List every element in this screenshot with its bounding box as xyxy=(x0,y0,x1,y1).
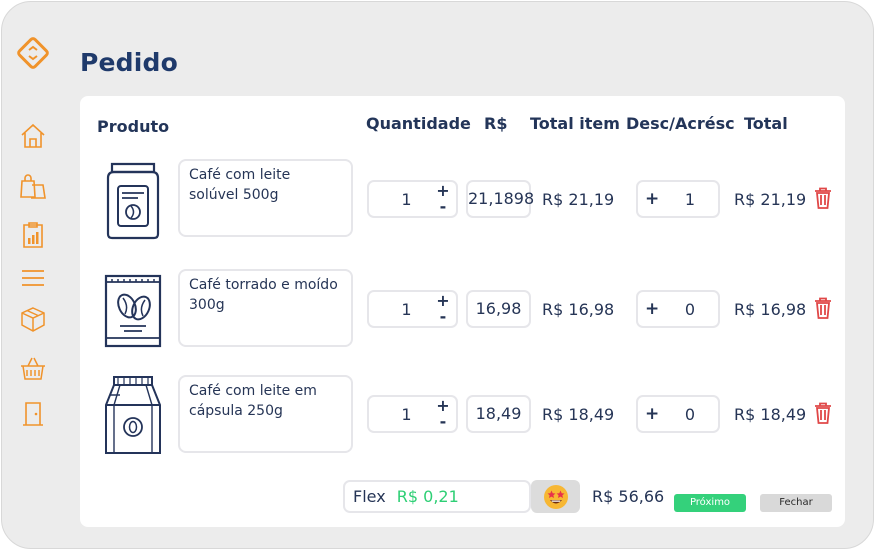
app-window: Pedido Produto Quantidade R$ Total item … xyxy=(1,1,874,549)
sidebar-item-reports[interactable] xyxy=(18,220,48,250)
header-price: R$ xyxy=(484,114,508,133)
delete-button[interactable] xyxy=(814,402,832,424)
quantity-stepper[interactable]: 1 + - xyxy=(367,180,458,218)
trash-icon xyxy=(815,402,831,424)
discount-sign-toggle[interactable]: + xyxy=(645,189,659,209)
delete-button[interactable] xyxy=(814,187,832,209)
sidebar-item-basket[interactable] xyxy=(18,353,48,383)
basket-icon xyxy=(21,357,45,380)
row-total: R$ 21,19 xyxy=(734,190,807,209)
unit-price-field[interactable]: 18,49 xyxy=(466,395,531,433)
discount-value[interactable]: 1 xyxy=(674,190,706,209)
product-name[interactable]: Café torrado e moído 300g xyxy=(178,269,353,347)
trash-icon xyxy=(815,297,831,319)
menu-icon xyxy=(22,270,44,286)
header-total-item: Total item xyxy=(530,114,620,133)
exit-door-icon xyxy=(23,402,43,426)
logo-icon xyxy=(16,36,50,70)
decrement-button[interactable]: - xyxy=(436,414,450,430)
flex-value: R$ 0,21 xyxy=(396,487,459,506)
row-total: R$ 18,49 xyxy=(734,405,807,424)
sidebar-item-home[interactable] xyxy=(18,121,48,151)
flex-label: Flex xyxy=(353,487,386,506)
table-row: Café torrado e moído 300g 1 + - 16,98 R$… xyxy=(80,264,845,354)
grand-total: R$ 56,66 xyxy=(592,487,665,506)
header-quantity: Quantidade xyxy=(366,114,471,133)
unit-price-field[interactable]: 16,98 xyxy=(466,290,531,328)
unit-price-field[interactable]: 21,1898 xyxy=(466,180,534,218)
sidebar-item-shopping[interactable] xyxy=(18,171,48,201)
quantity-stepper[interactable]: 1 + - xyxy=(367,395,458,433)
discount-sign-toggle[interactable]: + xyxy=(645,404,659,424)
trash-icon xyxy=(815,187,831,209)
discount-field[interactable]: + 0 xyxy=(636,290,720,328)
header-desc: Desc/Acrésc xyxy=(626,114,735,133)
total-item: R$ 18,49 xyxy=(542,405,615,424)
next-button[interactable]: Próximo xyxy=(674,494,746,512)
sidebar-item-products[interactable] xyxy=(18,304,48,334)
report-chart-icon xyxy=(23,222,43,248)
row-total: R$ 16,98 xyxy=(734,300,807,319)
discount-field[interactable]: + 1 xyxy=(636,180,720,218)
total-item: R$ 16,98 xyxy=(542,300,615,319)
coffee-jar-icon xyxy=(98,154,168,244)
delete-button[interactable] xyxy=(814,297,832,319)
star-eyes-emoji-icon xyxy=(543,484,568,509)
flex-field[interactable]: Flex R$ 0,21 xyxy=(343,480,531,513)
sidebar-item-exit[interactable] xyxy=(18,399,48,429)
emoji-button[interactable] xyxy=(531,480,580,513)
box-icon xyxy=(21,307,45,332)
page-title: Pedido xyxy=(80,48,179,77)
increment-button[interactable]: + xyxy=(436,293,450,309)
increment-button[interactable]: + xyxy=(436,183,450,199)
decrement-button[interactable]: - xyxy=(436,199,450,215)
decrement-button[interactable]: - xyxy=(436,309,450,325)
coffee-bag-icon xyxy=(98,369,168,459)
quantity-stepper[interactable]: 1 + - xyxy=(367,290,458,328)
quantity-value[interactable]: 1 xyxy=(369,300,444,319)
discount-sign-toggle[interactable]: + xyxy=(645,299,659,319)
header-product: Produto xyxy=(97,117,170,136)
table-row: Café com leite solúvel 500g 1 + - 21,189… xyxy=(80,154,845,244)
discount-value[interactable]: 0 xyxy=(674,300,706,319)
shopping-bags-icon xyxy=(20,174,46,199)
home-icon xyxy=(21,123,45,148)
quantity-value[interactable]: 1 xyxy=(369,190,444,209)
table-row: Café com leite em cápsula 250g 1 + - 18,… xyxy=(80,369,845,459)
order-card: Produto Quantidade R$ Total item Desc/Ac… xyxy=(80,96,845,527)
discount-value[interactable]: 0 xyxy=(674,405,706,424)
header-total: Total xyxy=(744,114,788,133)
increment-button[interactable]: + xyxy=(436,398,450,414)
sidebar-item-menu[interactable] xyxy=(18,263,48,293)
close-button[interactable]: Fechar xyxy=(760,494,832,512)
quantity-value[interactable]: 1 xyxy=(369,405,444,424)
product-name[interactable]: Café com leite em cápsula 250g xyxy=(178,375,353,453)
coffee-pack-icon xyxy=(98,264,168,354)
total-item: R$ 21,19 xyxy=(542,190,615,209)
discount-field[interactable]: + 0 xyxy=(636,395,720,433)
product-name[interactable]: Café com leite solúvel 500g xyxy=(178,159,353,237)
